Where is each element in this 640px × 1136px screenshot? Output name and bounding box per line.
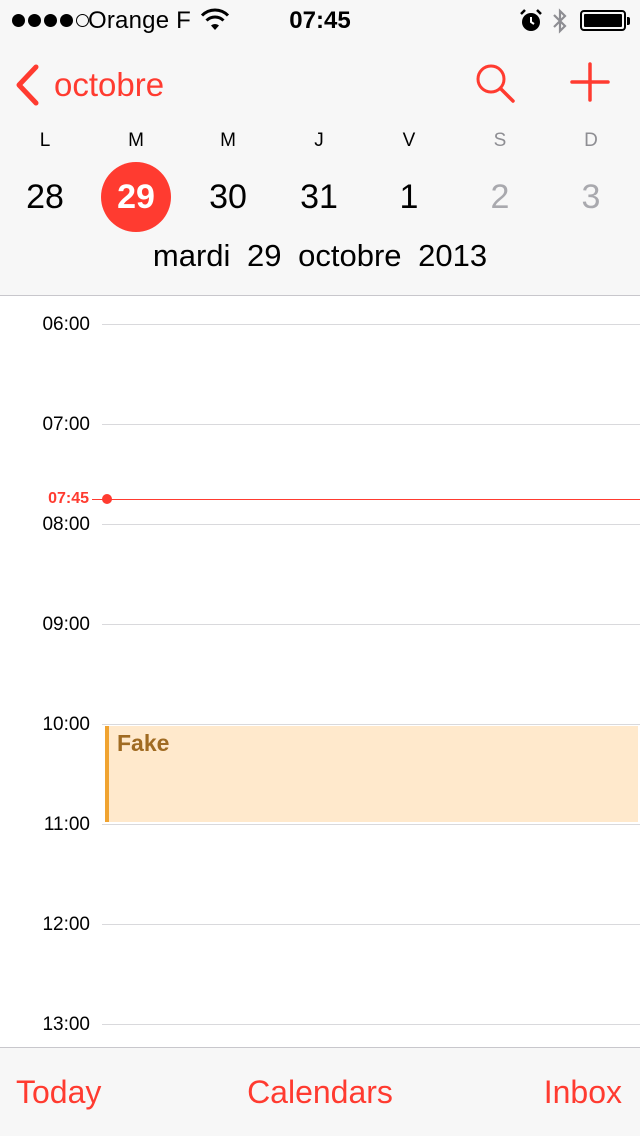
battery-icon <box>580 10 630 31</box>
hour-gridline <box>102 924 640 925</box>
day-column[interactable]: M 30 <box>188 128 268 232</box>
hour-gridline <box>102 324 640 325</box>
chevron-left-icon <box>16 64 39 106</box>
weekday-letter: J <box>314 130 324 151</box>
hour-row: 06:00 <box>0 310 640 340</box>
back-to-month-button[interactable]: octobre <box>14 62 164 108</box>
weekday-letter: V <box>402 130 416 151</box>
weekday-letter: M <box>128 130 144 151</box>
hour-label: 06:00 <box>42 314 90 335</box>
battery-fill <box>584 14 622 27</box>
weekday-letter: D <box>584 130 598 151</box>
current-time-label: 07:45 <box>48 490 89 507</box>
hour-gridline <box>102 824 640 825</box>
hour-label: 09:00 <box>42 614 90 635</box>
day-number[interactable]: 3 <box>556 162 626 232</box>
inbox-button[interactable]: Inbox <box>544 1048 622 1136</box>
day-number[interactable]: 1 <box>374 162 444 232</box>
hour-row: 08:00 <box>0 510 640 540</box>
day-timeline[interactable]: 06:00 07:00 08:00 09:00 10:00 11:00 12:00 13:00… <box>0 297 640 1047</box>
day-number[interactable]: 2 <box>465 162 535 232</box>
day-column[interactable]: D3 <box>551 128 631 232</box>
hour-gridline <box>102 724 640 725</box>
alarm-icon <box>520 9 542 31</box>
hour-label: 08:00 <box>42 514 90 535</box>
bottom-toolbar: Today Calendars Inbox <box>0 1047 640 1136</box>
day-column[interactable]: S2 <box>460 128 540 232</box>
hour-label: 11:00 <box>43 814 90 835</box>
day-column[interactable]: M 29 <box>96 128 176 232</box>
day-number[interactable]: 28 <box>10 162 80 232</box>
search-icon[interactable] <box>474 62 516 104</box>
current-time-indicator: 07:45 <box>0 489 640 509</box>
selected-day-number[interactable]: 29 <box>101 162 171 232</box>
weekday-letter: L <box>39 130 51 151</box>
day-column[interactable]: J 31 <box>279 128 359 232</box>
status-bar: Orange F 07:45 <box>0 0 640 40</box>
hour-gridline <box>102 524 640 525</box>
event-title: Fake <box>117 730 170 756</box>
bluetooth-icon <box>553 8 567 34</box>
calendar-header: octobre L 28 M 29 M 30 J 31 V 1 S 2 D 3 mardi 29 octo… <box>0 40 640 296</box>
event-block[interactable]: Fake <box>105 726 638 822</box>
weekday-letter: S <box>493 130 507 151</box>
hour-row: 09:00 <box>0 610 640 640</box>
hour-gridline <box>102 424 640 425</box>
day-number[interactable]: 31 <box>284 162 354 232</box>
status-time: 07:45 <box>289 7 351 34</box>
weekday-letter: M <box>220 130 236 151</box>
hour-gridline <box>102 624 640 625</box>
hour-label: 12:00 <box>42 914 90 935</box>
plus-icon[interactable] <box>570 62 610 102</box>
hour-label: 10:00 <box>42 714 90 735</box>
day-column[interactable]: V1 <box>369 128 449 232</box>
hour-gridline <box>102 1024 640 1025</box>
selected-date-label: mardi 29 octobre 2013 <box>152 238 488 273</box>
day-number[interactable]: 30 <box>193 162 263 232</box>
back-label: octobre <box>54 66 165 103</box>
hour-row: 13:00 <box>0 1010 640 1040</box>
current-time-dot <box>102 494 112 504</box>
day-column[interactable]: L 28 <box>5 128 85 232</box>
current-time-line <box>92 498 640 500</box>
hour-label: 07:00 <box>42 414 90 435</box>
hour-row: 12:00 <box>0 910 640 940</box>
hour-label: 13:00 <box>42 1014 90 1035</box>
hour-row: 07:00 <box>0 410 640 440</box>
